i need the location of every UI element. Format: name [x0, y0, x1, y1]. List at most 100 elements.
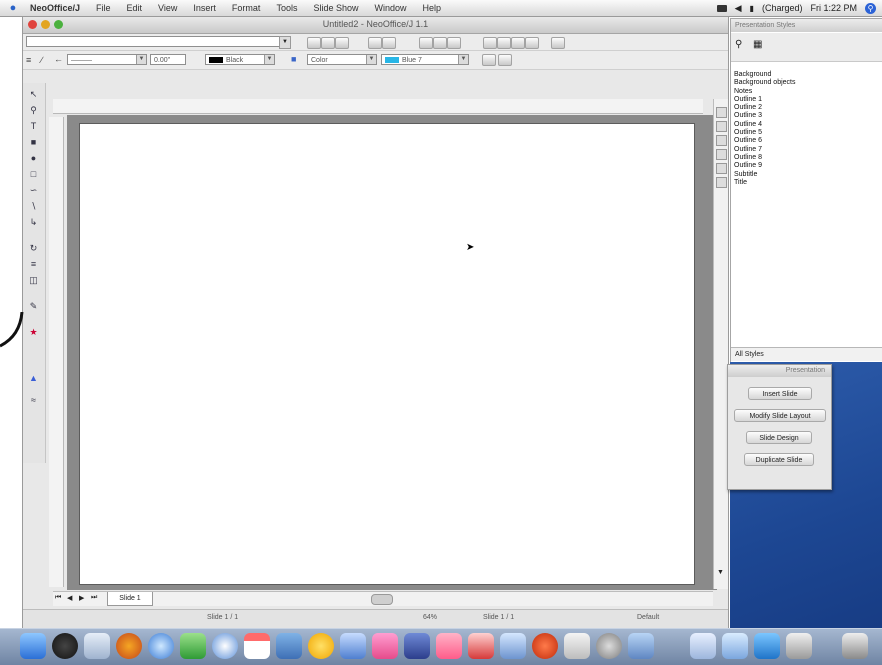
list-item[interactable]: Outline 1	[734, 96, 880, 104]
trash-icon[interactable]	[842, 633, 868, 659]
next-slide-icon[interactable]: ▶	[79, 594, 84, 602]
line-tool-icon[interactable]: ∖	[27, 201, 40, 212]
apple-menu-icon[interactable]: ●	[4, 2, 22, 14]
scroll-down-arrow-icon[interactable]: ▼	[717, 569, 724, 576]
itunes-icon[interactable]	[212, 633, 238, 659]
star-icon[interactable]	[404, 633, 430, 659]
list-item[interactable]: Notes	[734, 88, 880, 96]
effects-icon[interactable]: ★	[27, 327, 40, 338]
shadow-icon[interactable]	[482, 54, 496, 66]
list-item[interactable]: Outline 5	[734, 129, 880, 137]
display-icon[interactable]	[716, 4, 727, 12]
copy-icon[interactable]	[433, 37, 447, 49]
menu-window[interactable]: Window	[366, 3, 414, 13]
spellcheck-icon[interactable]	[382, 37, 396, 49]
view-mode-icon[interactable]	[716, 163, 727, 174]
select-arrow-icon[interactable]: ↖	[27, 89, 40, 100]
hscroll-thumb[interactable]	[371, 594, 393, 605]
xcode-icon[interactable]	[340, 633, 366, 659]
area-color-select[interactable]: Blue 7 ▼	[381, 54, 469, 65]
notes-icon[interactable]	[564, 633, 590, 659]
duplicate-slide-button[interactable]: Duplicate Slide	[744, 453, 814, 466]
list-item[interactable]: Outline 6	[734, 137, 880, 145]
menu-edit[interactable]: Edit	[119, 3, 151, 13]
vertical-scrollbar[interactable]: ▼	[713, 99, 728, 589]
3d-effects-icon[interactable]: ▲	[27, 373, 40, 384]
mail-icon[interactable]	[84, 633, 110, 659]
transform-icon[interactable]	[498, 54, 512, 66]
chart-icon[interactable]	[525, 37, 539, 49]
line-style-select[interactable]: ——— ▼	[67, 54, 147, 65]
view-mode-icon[interactable]	[716, 177, 727, 188]
view-mode-icon[interactable]	[716, 135, 727, 146]
slide-tab[interactable]: Slide 1	[107, 592, 153, 606]
3d-object-icon[interactable]: □	[27, 169, 40, 180]
list-item[interactable]: Outline 8	[734, 154, 880, 162]
paint-icon[interactable]	[372, 633, 398, 659]
firefox-icon[interactable]	[116, 633, 142, 659]
dashboard-icon[interactable]	[52, 633, 78, 659]
paste-icon[interactable]	[447, 37, 461, 49]
ellipse-tool-icon[interactable]: ●	[27, 153, 40, 164]
rectangle-tool-icon[interactable]: ■	[27, 137, 40, 148]
list-item[interactable]: Outline 3	[734, 112, 880, 120]
photos-icon[interactable]	[436, 633, 462, 659]
list-item[interactable]: Outline 2	[734, 104, 880, 112]
menu-tools[interactable]: Tools	[268, 3, 305, 13]
menubar-clock[interactable]: Fri 1:22 PM	[810, 3, 857, 13]
list-item[interactable]: Outline 9	[734, 162, 880, 170]
list-item[interactable]: Title	[734, 179, 880, 187]
arrow-style-icon[interactable]: ←	[54, 54, 63, 64]
list-item[interactable]: Outline 4	[734, 121, 880, 129]
open-icon[interactable]	[321, 37, 335, 49]
battery-icon[interactable]: ▮	[750, 4, 754, 13]
system-preferences-icon[interactable]	[596, 633, 622, 659]
fill-format-icon[interactable]: ⚲	[735, 39, 742, 50]
insert-slide-button[interactable]: Insert Slide	[748, 387, 812, 400]
styles-icon[interactable]: ≡	[26, 55, 31, 65]
battery-status[interactable]: (Charged)	[762, 3, 803, 13]
view-mode-icon[interactable]	[716, 107, 727, 118]
insert-icon[interactable]: ✎	[27, 301, 40, 312]
list-item[interactable]: Subtitle	[734, 171, 880, 179]
preview-icon[interactable]	[500, 633, 526, 659]
connector-tool-icon[interactable]: ↳	[27, 217, 40, 228]
presentation-title[interactable]: Presentation	[728, 365, 831, 377]
volume-icon[interactable]: ◀	[735, 3, 742, 14]
view-mode-icon[interactable]	[716, 149, 727, 160]
documents-icon[interactable]	[690, 633, 716, 659]
line-color-select[interactable]: Black ▼	[205, 54, 275, 65]
curve-tool-icon[interactable]: ∽	[27, 185, 40, 196]
vertical-ruler[interactable]	[49, 117, 64, 587]
save-icon[interactable]	[335, 37, 349, 49]
zoom-icon[interactable]	[551, 37, 565, 49]
pdf-icon[interactable]	[468, 633, 494, 659]
style-filter-select[interactable]: All Styles	[731, 347, 882, 361]
list-item[interactable]: Background	[734, 71, 880, 79]
redo-icon[interactable]	[497, 37, 511, 49]
alignment-icon[interactable]: ≡	[27, 259, 40, 270]
new-style-icon[interactable]: ▦	[753, 39, 762, 50]
menu-help[interactable]: Help	[415, 3, 450, 13]
folder-icon[interactable]	[786, 633, 812, 659]
zoom-tool-icon[interactable]: ⚲	[27, 105, 40, 116]
slide-design-button[interactable]: Slide Design	[746, 431, 812, 444]
menu-view[interactable]: View	[150, 3, 185, 13]
rotate-tool-icon[interactable]: ↻	[27, 243, 40, 254]
area-style-select[interactable]: Color ▼	[307, 54, 377, 65]
window-titlebar[interactable]: Untitled2 - NeoOffice/J 1.1	[23, 17, 728, 34]
url-field[interactable]	[26, 36, 291, 47]
animation-icon[interactable]: ≈	[27, 395, 40, 406]
safari-icon[interactable]	[148, 633, 174, 659]
horizontal-ruler[interactable]	[53, 99, 703, 114]
stylist-title[interactable]: Presentation Styles	[731, 19, 882, 32]
ical-icon[interactable]	[244, 633, 270, 659]
modify-slide-layout-button[interactable]: Modify Slide Layout	[734, 409, 826, 422]
stop-icon[interactable]	[532, 633, 558, 659]
prev-slide-icon[interactable]: ◀	[67, 594, 72, 602]
horizontal-scrollbar[interactable]: ⏮ ◀ ▶ ⏭ Slide 1	[53, 591, 713, 606]
smiley-icon[interactable]	[308, 633, 334, 659]
app-menu[interactable]: NeoOffice/J	[22, 3, 88, 13]
first-slide-icon[interactable]: ⏮	[55, 594, 61, 602]
list-item[interactable]: Background objects	[734, 79, 880, 87]
